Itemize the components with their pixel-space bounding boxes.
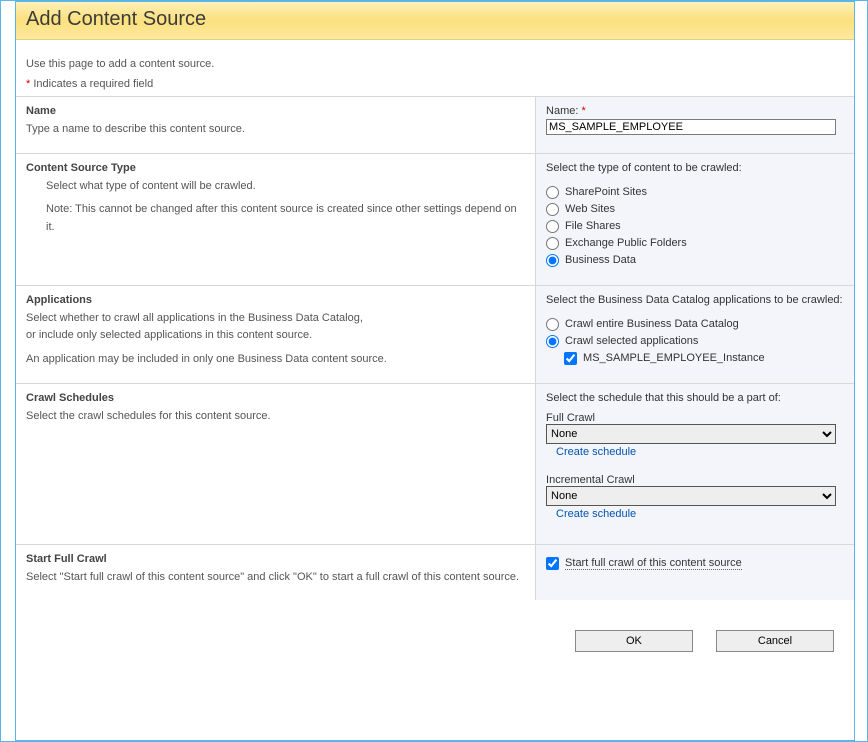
sched-section-title: Crawl Schedules [26, 392, 525, 404]
name-section-desc: Type a name to describe this content sou… [26, 121, 525, 139]
checkbox-start-full-crawl-label: Start full crawl of this content source [565, 557, 742, 570]
required-star-icon: * [582, 105, 586, 117]
type-desc-2: Note: This cannot be changed after this … [26, 201, 525, 236]
radio-exchange-input[interactable] [546, 237, 559, 250]
start-section-left: Start Full Crawl Select "Start full craw… [16, 544, 536, 600]
required-note: * Indicates a required field [16, 78, 854, 96]
outer-frame: Add Content Source Use this page to add … [0, 0, 868, 742]
apps-right-label: Select the Business Data Catalog applica… [546, 294, 844, 306]
sched-section-right: Select the schedule that this should be … [536, 383, 854, 544]
intro-text: Use this page to add a content source. [16, 40, 854, 78]
checkbox-start-full-crawl-input[interactable] [546, 557, 559, 570]
radio-crawl-all-input[interactable] [546, 318, 559, 331]
full-crawl-create-link[interactable]: Create schedule [556, 446, 636, 458]
radio-web-input[interactable] [546, 203, 559, 216]
radio-sharepoint[interactable]: SharePoint Sites [546, 186, 844, 199]
inc-crawl-create-link[interactable]: Create schedule [556, 508, 636, 520]
type-desc-1: Select what type of content will be craw… [26, 178, 525, 196]
radio-sharepoint-input[interactable] [546, 186, 559, 199]
page-title: Add Content Source [26, 8, 206, 30]
form-table: Name Type a name to describe this conten… [16, 96, 854, 600]
name-section-right: Name: * [536, 97, 854, 154]
inc-crawl-label: Incremental Crawl [546, 474, 844, 486]
radio-web[interactable]: Web Sites [546, 203, 844, 216]
sched-right-label: Select the schedule that this should be … [546, 392, 844, 404]
name-section-left: Name Type a name to describe this conten… [16, 97, 536, 154]
sched-section-left: Crawl Schedules Select the crawl schedul… [16, 383, 536, 544]
name-field-label: Name: * [546, 105, 844, 117]
radio-file-input[interactable] [546, 220, 559, 233]
required-note-text: Indicates a required field [33, 78, 153, 90]
name-input[interactable] [546, 119, 836, 135]
inc-crawl-select[interactable]: None [546, 486, 836, 506]
page-header: Add Content Source [16, 2, 854, 40]
radio-business-input[interactable] [546, 254, 559, 267]
checkbox-app-instance-input[interactable] [564, 352, 577, 365]
full-crawl-label: Full Crawl [546, 412, 844, 424]
name-section-title: Name [26, 105, 525, 117]
radio-business[interactable]: Business Data [546, 254, 844, 267]
radio-exchange-label: Exchange Public Folders [565, 237, 687, 249]
start-section-desc: Select "Start full crawl of this content… [26, 569, 525, 587]
button-row: OK Cancel [16, 600, 854, 662]
radio-business-label: Business Data [565, 254, 636, 266]
apps-desc-3: An application may be included in only o… [26, 353, 387, 365]
type-section-right: Select the type of content to be crawled… [536, 153, 854, 285]
full-crawl-select[interactable]: None [546, 424, 836, 444]
cancel-button[interactable]: Cancel [716, 630, 834, 652]
radio-crawl-selected[interactable]: Crawl selected applications [546, 335, 844, 348]
checkbox-app-instance[interactable]: MS_SAMPLE_EMPLOYEE_Instance [564, 352, 844, 365]
radio-web-label: Web Sites [565, 203, 615, 215]
radio-sharepoint-label: SharePoint Sites [565, 186, 647, 198]
page-panel: Add Content Source Use this page to add … [15, 1, 855, 741]
radio-crawl-all[interactable]: Crawl entire Business Data Catalog [546, 318, 844, 331]
radio-file[interactable]: File Shares [546, 220, 844, 233]
apps-desc-1: Select whether to crawl all applications… [26, 312, 363, 324]
ok-button[interactable]: OK [575, 630, 693, 652]
sched-section-desc: Select the crawl schedules for this cont… [26, 408, 525, 426]
required-star-icon: * [26, 78, 30, 90]
start-section-right: Start full crawl of this content source [536, 544, 854, 600]
radio-exchange[interactable]: Exchange Public Folders [546, 237, 844, 250]
checkbox-app-instance-label: MS_SAMPLE_EMPLOYEE_Instance [583, 352, 765, 364]
start-section-title: Start Full Crawl [26, 553, 525, 565]
type-section-title: Content Source Type [26, 162, 525, 174]
radio-crawl-selected-input[interactable] [546, 335, 559, 348]
radio-crawl-all-label: Crawl entire Business Data Catalog [565, 318, 739, 330]
type-section-left: Content Source Type Select what type of … [16, 153, 536, 285]
radio-file-label: File Shares [565, 220, 621, 232]
radio-crawl-selected-label: Crawl selected applications [565, 335, 698, 347]
checkbox-start-full-crawl[interactable]: Start full crawl of this content source [546, 557, 844, 570]
apps-section-right: Select the Business Data Catalog applica… [536, 285, 854, 383]
apps-section-left: Applications Select whether to crawl all… [16, 285, 536, 383]
apps-section-title: Applications [26, 294, 525, 306]
apps-desc-2: or include only selected applications in… [26, 329, 312, 341]
name-label-text: Name: [546, 105, 578, 117]
type-right-label: Select the type of content to be crawled… [546, 162, 844, 174]
